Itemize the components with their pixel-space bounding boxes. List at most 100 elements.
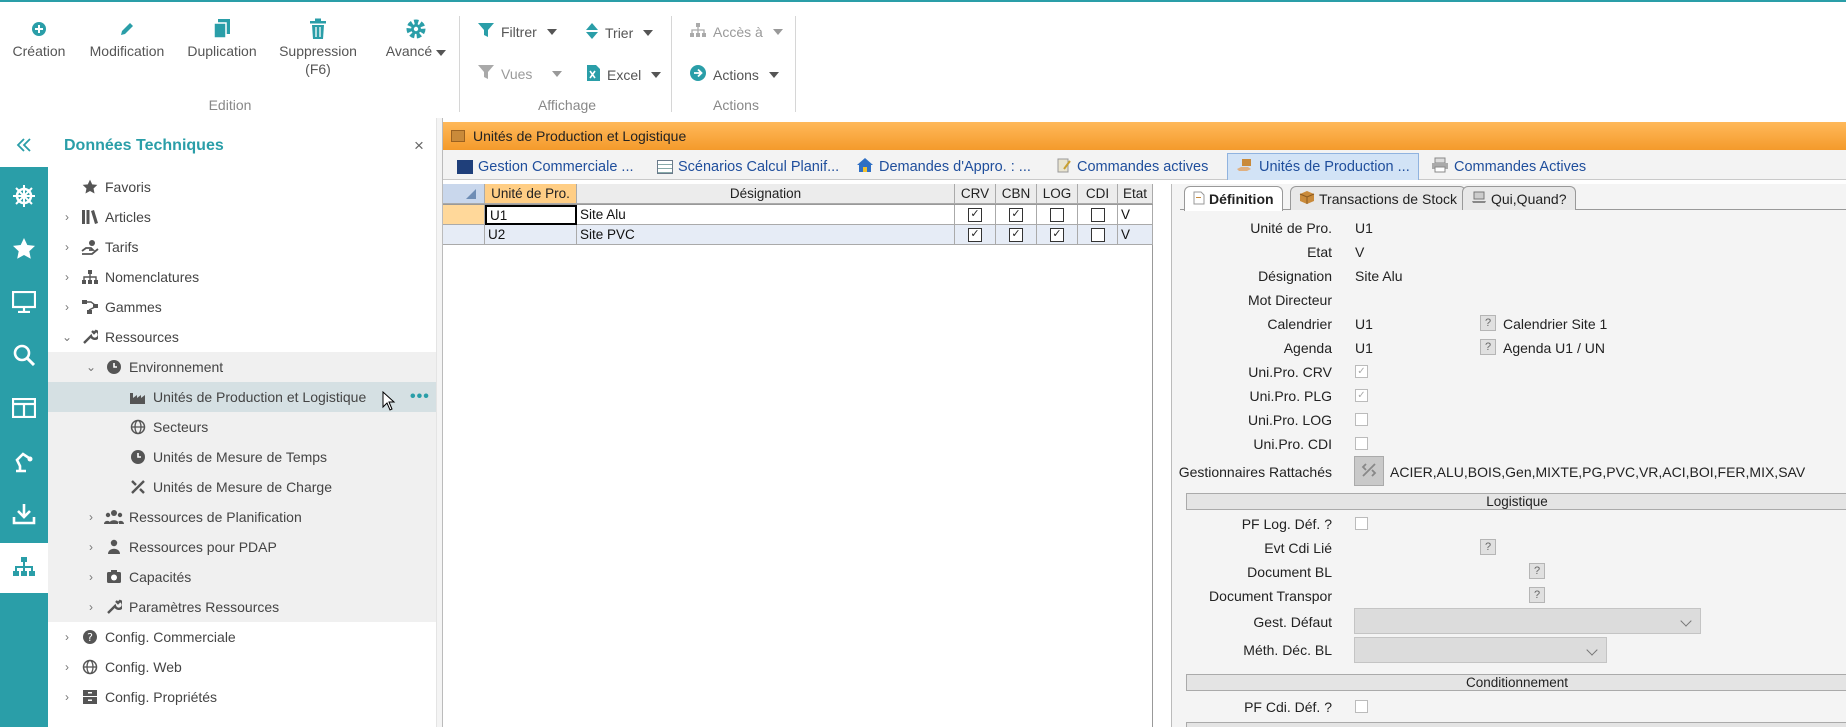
table-cell-code[interactable]: U2 — [485, 225, 577, 245]
column-header-etat[interactable]: Etat — [1118, 184, 1153, 204]
close-panel-button[interactable]: × — [414, 136, 424, 156]
row-selector[interactable] — [443, 205, 485, 225]
table-cell-cdi[interactable] — [1078, 225, 1118, 245]
rail-item-favorites[interactable] — [0, 225, 48, 275]
checkbox-checked[interactable]: ✓ — [1009, 227, 1023, 242]
row-selector[interactable] — [443, 225, 485, 245]
tab-scenarios-calcul[interactable]: Scénarios Calcul Planif... — [649, 153, 847, 180]
tab-commandes-actives[interactable]: Commandes actives — [1048, 153, 1216, 180]
tab-commandes-actives-2[interactable]: Commandes Actives — [1423, 153, 1594, 180]
checkbox-unchecked[interactable] — [1355, 413, 1368, 426]
checkbox-unchecked[interactable] — [1355, 700, 1368, 713]
tree-item-mesure-charge[interactable]: Unités de Mesure de Charge — [48, 472, 436, 502]
checkbox-checked[interactable]: ✓ — [1355, 389, 1368, 402]
checkbox-checked[interactable]: ✓ — [968, 227, 982, 242]
tree-item-ressources-pdap[interactable]: › Ressources pour PDAP — [48, 532, 436, 562]
excel-button[interactable]: Excel — [585, 64, 662, 85]
wrench-icon — [104, 598, 124, 616]
tree-item-parametres-ressources[interactable]: › Paramètres Ressources — [48, 592, 436, 622]
table-cell-crv[interactable]: ✓ — [955, 225, 996, 245]
trier-button[interactable]: Trier — [585, 22, 654, 43]
filter-icon — [477, 22, 495, 41]
section-logistique: Logistique — [1186, 493, 1846, 510]
tree-item-capacites[interactable]: › Capacités — [48, 562, 436, 592]
tab-demandes-appro[interactable]: Demandes d'Appro. : ... — [848, 153, 1039, 180]
column-header-crv[interactable]: CRV — [955, 184, 996, 204]
tab-definition[interactable]: Définition — [1184, 186, 1283, 211]
lookup-button[interactable]: ? — [1480, 339, 1496, 355]
tab-unites-production[interactable]: Unités de Production ... — [1227, 153, 1419, 180]
tab-gestion-commerciale[interactable]: Gestion Commerciale ... — [449, 153, 642, 180]
suppression-button[interactable]: Suppression (F6) — [274, 16, 362, 78]
tree-item-ressources-planification[interactable]: › Ressources de Planification — [48, 502, 436, 532]
field-cdi: Uni.Pro. CDI — [1172, 434, 1846, 454]
tree-item-gammes[interactable]: › Gammes — [48, 292, 436, 322]
checkbox-checked[interactable]: ✓ — [1050, 227, 1064, 242]
tab-qui-quand[interactable]: Qui,Quand? — [1462, 186, 1576, 210]
lookup-button[interactable]: ? — [1529, 563, 1545, 579]
field-gest-defaut: Gest. Défaut — [1172, 608, 1846, 634]
column-header-designation[interactable]: Désignation — [577, 184, 955, 204]
gestionnaires-button[interactable] — [1354, 456, 1384, 486]
creation-button[interactable]: Création — [10, 16, 68, 60]
tab-transactions-stock[interactable]: Transactions de Stock — [1290, 186, 1466, 210]
rail-item-hierarchy[interactable] — [0, 543, 48, 593]
lookup-button[interactable]: ? — [1480, 315, 1496, 331]
rail-item-helm[interactable] — [0, 172, 48, 222]
tree-item-ressources[interactable]: ⌄ Ressources — [48, 322, 436, 352]
checkbox-unchecked[interactable] — [1090, 227, 1105, 242]
checkbox-checked[interactable]: ✓ — [1355, 365, 1368, 378]
actions-button[interactable]: Actions — [689, 64, 779, 85]
acces-a-button[interactable]: Accès à — [689, 22, 783, 41]
filtrer-button[interactable]: Filtrer — [477, 22, 557, 41]
checkbox-unchecked[interactable] — [1050, 207, 1064, 222]
column-header-unite[interactable]: Unité de Pro. — [485, 184, 577, 204]
table-cell-cbn[interactable]: ✓ — [996, 205, 1037, 225]
modification-button[interactable]: Modification — [84, 16, 170, 60]
table-cell-etat[interactable]: V — [1118, 225, 1153, 245]
vues-button[interactable]: Vues — [477, 64, 563, 83]
column-header-cbn[interactable]: CBN — [996, 184, 1037, 204]
tree-item-tarifs[interactable]: › Tarifs — [48, 232, 436, 262]
more-options-button[interactable]: ••• — [410, 388, 430, 406]
table-cell-code[interactable]: U1 — [485, 205, 577, 225]
rail-item-search[interactable] — [0, 331, 48, 381]
table-cell-crv[interactable]: ✓ — [955, 205, 996, 225]
checkbox-unchecked[interactable] — [1090, 207, 1105, 222]
tree-item-articles[interactable]: › Articles — [48, 202, 436, 232]
meth-dec-bl-select[interactable] — [1354, 637, 1607, 663]
rail-item-download[interactable] — [0, 490, 48, 540]
checkbox-checked[interactable]: ✓ — [1009, 207, 1023, 222]
tree-item-secteurs[interactable]: Secteurs — [48, 412, 436, 442]
table-cell-etat[interactable]: V — [1118, 205, 1153, 225]
rail-item-layout[interactable] — [0, 384, 48, 434]
tree-item-unites-production[interactable]: Unités de Production et Logistique ••• — [48, 382, 436, 412]
checkbox-unchecked[interactable] — [1355, 517, 1368, 530]
column-header-log[interactable]: LOG — [1037, 184, 1078, 204]
table-cell-log[interactable]: ✓ — [1037, 225, 1078, 245]
table-cell-designation[interactable]: Site Alu — [577, 205, 955, 225]
tree-item-config-web[interactable]: › Config. Web — [48, 652, 436, 682]
tree-item-config-proprietes[interactable]: › Config. Propriétés — [48, 682, 436, 712]
rail-item-monitor[interactable] — [0, 278, 48, 328]
column-header-cdi[interactable]: CDI — [1078, 184, 1118, 204]
duplication-button[interactable]: Duplication — [184, 16, 260, 60]
gest-defaut-select[interactable] — [1354, 608, 1701, 634]
select-all-corner[interactable] — [443, 184, 485, 204]
avance-button[interactable]: Avancé — [380, 16, 452, 60]
checkbox-checked[interactable]: ✓ — [968, 207, 982, 222]
tree-item-environnement[interactable]: ⌄ Environnement — [48, 352, 436, 382]
collapse-panel-button[interactable] — [0, 125, 48, 167]
table-cell-designation[interactable]: Site PVC — [577, 225, 955, 245]
rail-item-robot[interactable] — [0, 437, 48, 487]
tree-item-favoris[interactable]: Favoris — [48, 172, 436, 202]
checkbox-unchecked[interactable] — [1355, 437, 1368, 450]
table-cell-log[interactable] — [1037, 205, 1078, 225]
tree-item-mesure-temps[interactable]: Unités de Mesure de Temps — [48, 442, 436, 472]
tree-item-config-commerciale[interactable]: › ? Config. Commerciale — [48, 622, 436, 652]
lookup-button[interactable]: ? — [1529, 587, 1545, 603]
tree-item-nomenclatures[interactable]: › Nomenclatures — [48, 262, 436, 292]
table-cell-cdi[interactable] — [1078, 205, 1118, 225]
lookup-button[interactable]: ? — [1480, 539, 1496, 555]
table-cell-cbn[interactable]: ✓ — [996, 225, 1037, 245]
